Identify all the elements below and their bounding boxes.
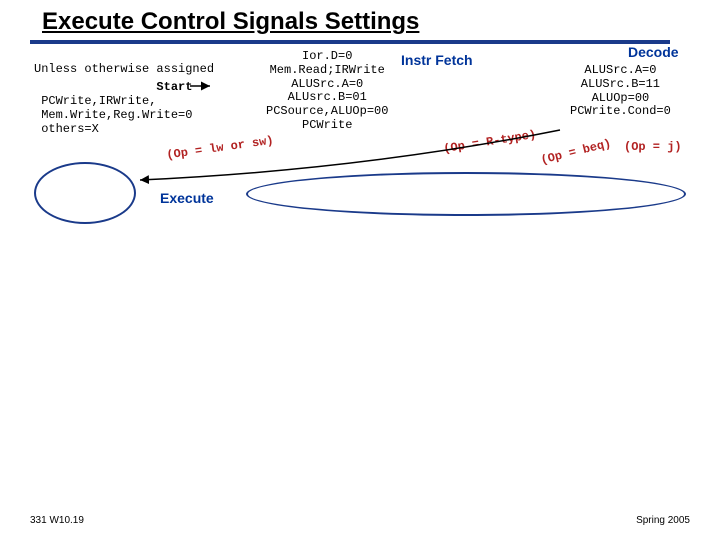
note-start: Start <box>34 80 192 94</box>
page-title: Execute Control Signals Settings <box>42 8 419 36</box>
fetch-signals: Ior.D=0 Mem.Read;IRWrite ALUSrc.A=0 ALUs… <box>266 50 388 133</box>
footer-right: Spring 2005 <box>636 515 690 526</box>
state-ellipse-2 <box>246 172 686 216</box>
note-others: others=X <box>34 122 99 136</box>
label-instr-fetch: Instr Fetch <box>401 52 473 68</box>
note-memwrite: Mem.Write,Reg.Write=0 <box>34 108 192 122</box>
branch-lw-sw: (Op = lw or sw) <box>166 134 275 163</box>
label-decode: Decode <box>628 44 679 60</box>
branch-beq: (Op = beq) <box>539 136 612 167</box>
label-execute: Execute <box>160 190 214 206</box>
title-underline <box>30 40 670 44</box>
note-pcwrite: PCWrite,IRWrite, <box>34 94 156 108</box>
footer-left: 331 W10.19 <box>30 515 84 526</box>
note-unless: Unless otherwise assigned <box>34 62 214 76</box>
state-ellipse-1 <box>34 162 136 224</box>
branch-j: (Op = j) <box>624 140 682 154</box>
decode-signals: ALUSrc.A=0 ALUSrc.B=11 ALUOp=00 PCWrite.… <box>570 64 671 119</box>
branch-rtype: (Op = R-type) <box>442 128 537 156</box>
